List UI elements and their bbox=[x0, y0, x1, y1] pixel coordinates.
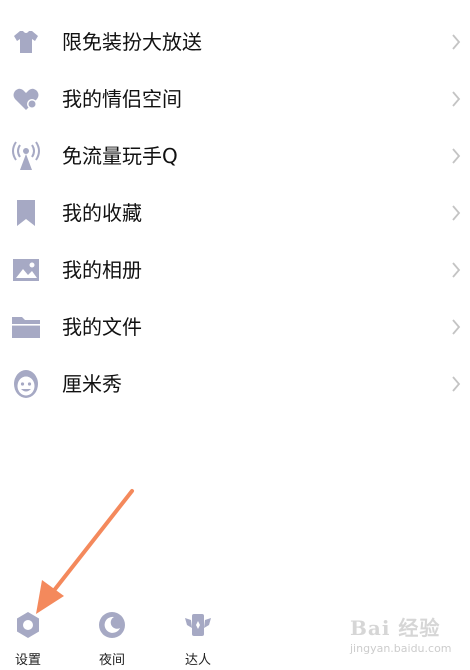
winged-badge-icon bbox=[182, 609, 214, 641]
menu-item-free-decor[interactable]: 限免装扮大放送 bbox=[0, 14, 470, 70]
menu-item-favorites[interactable]: 我的收藏 bbox=[0, 185, 470, 241]
menu-item-label: 免流量玩手Q bbox=[62, 144, 178, 168]
menu-item-cmshow[interactable]: 厘米秀 bbox=[0, 356, 470, 412]
menu-item-label: 我的收藏 bbox=[62, 201, 142, 225]
menu-item-label: 我的相册 bbox=[62, 258, 142, 282]
menu-item-label: 厘米秀 bbox=[62, 372, 122, 396]
menu-item-label: 我的情侣空间 bbox=[62, 87, 182, 111]
watermark: Bai 经验 jingyan.baidu.com bbox=[330, 612, 460, 666]
menu-item-files[interactable]: 我的文件 bbox=[0, 299, 470, 355]
chevron-right-icon bbox=[450, 317, 462, 337]
chevron-right-icon bbox=[450, 260, 462, 280]
antenna-icon bbox=[10, 140, 42, 172]
tshirt-icon bbox=[10, 26, 42, 58]
menu-item-label: 我的文件 bbox=[62, 315, 142, 339]
settings-button[interactable]: 设置 bbox=[0, 605, 58, 670]
menu-item-label: 限免装扮大放送 bbox=[62, 30, 202, 54]
folder-icon bbox=[10, 311, 42, 343]
chevron-right-icon bbox=[450, 89, 462, 109]
night-mode-button[interactable]: 夜间 bbox=[82, 605, 142, 670]
bookmark-icon bbox=[10, 197, 42, 229]
face-icon bbox=[10, 368, 42, 400]
chevron-right-icon bbox=[450, 203, 462, 223]
menu-item-free-data[interactable]: 免流量玩手Q bbox=[0, 128, 470, 184]
heart-icon bbox=[10, 83, 42, 115]
menu-item-couple-space[interactable]: 我的情侣空间 bbox=[0, 71, 470, 127]
chevron-right-icon bbox=[450, 32, 462, 52]
watermark-url: jingyan.baidu.com bbox=[350, 642, 452, 655]
night-mode-label: 夜间 bbox=[98, 653, 125, 668]
talent-label: 达人 bbox=[184, 653, 211, 668]
chevron-right-icon bbox=[450, 374, 462, 394]
chevron-right-icon bbox=[450, 146, 462, 166]
talent-button[interactable]: 达人 bbox=[168, 605, 228, 670]
settings-label: 设置 bbox=[14, 653, 41, 668]
menu-item-album[interactable]: 我的相册 bbox=[0, 242, 470, 298]
gear-icon bbox=[12, 609, 44, 641]
photo-icon bbox=[10, 254, 42, 286]
moon-icon bbox=[96, 609, 128, 641]
watermark-logo: Bai 经验 bbox=[350, 616, 441, 640]
